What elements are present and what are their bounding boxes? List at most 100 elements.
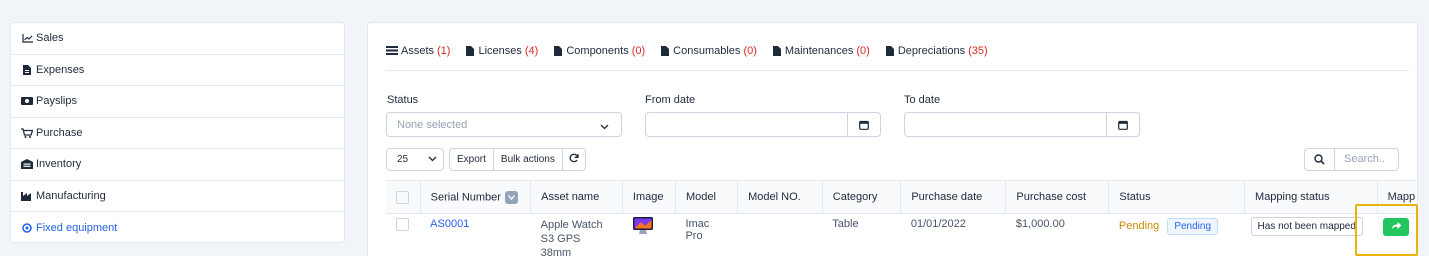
select-all-header — [386, 180, 421, 214]
assets-table: Serial Number Asset name Image Model Mod… — [386, 180, 1416, 256]
sidebar-item-label: Inventory — [36, 158, 82, 171]
to-date-label: To date — [904, 94, 941, 106]
column-label: Serial Number — [430, 190, 501, 203]
file-icon — [885, 46, 895, 56]
to-date-input[interactable] — [904, 112, 1140, 137]
assets-icon — [386, 46, 398, 56]
table-row: AS0001 Apple Watch S3 GPS 38mm Imac Pro … — [386, 214, 1416, 256]
tab-label: Licenses — [478, 45, 522, 57]
column-header-purchase-date[interactable]: Purchase date — [900, 180, 1007, 214]
industry-icon — [21, 191, 33, 201]
asset-name-line: Apple Watch — [540, 219, 603, 231]
file-icon — [554, 46, 563, 56]
search-icon[interactable] — [1305, 149, 1335, 170]
chevron-down-icon — [428, 154, 437, 165]
status-filter-label: Status — [387, 94, 419, 106]
row-select-cell — [386, 214, 420, 256]
status-filter-select[interactable]: None selected — [386, 112, 622, 137]
table-toolbar: 25 Export Bulk actions — [386, 148, 586, 171]
purchase-cost-cell: $1,000.00 — [1015, 218, 1065, 230]
sidebar-item-label: Fixed equipment — [36, 221, 118, 234]
sidebar: Sales Expenses Payslips Purchase Invento… — [10, 22, 345, 243]
tab-label: Maintenances — [784, 45, 854, 57]
sidebar-item-inventory[interactable]: Inventory — [11, 149, 344, 181]
select-all-checkbox[interactable] — [396, 190, 409, 204]
status-filter-placeholder: None selected — [397, 119, 468, 131]
sidebar-item-manufacturing[interactable]: Manufacturing — [11, 181, 344, 212]
file-icon — [21, 64, 33, 75]
sidebar-item-fixed-equipment[interactable]: Fixed equipment — [11, 212, 344, 242]
tab-label: Consumables — [673, 45, 741, 57]
image-cell — [622, 214, 675, 256]
tab-count: (4) — [524, 45, 539, 57]
tab-depreciations[interactable]: Depreciations (35) — [885, 45, 988, 70]
column-header-asset-name[interactable]: Asset name — [530, 180, 623, 214]
sidebar-item-label: Payslips — [36, 95, 77, 108]
model-cell: Imac Pro — [685, 218, 710, 242]
tab-maintenances[interactable]: Maintenances (0) — [772, 45, 870, 70]
from-date-label: From date — [645, 94, 696, 106]
sidebar-item-label: Expenses — [36, 63, 85, 76]
tab-licenses[interactable]: Licenses (4) — [466, 45, 538, 70]
column-header-model-no[interactable]: Model NO. — [737, 180, 823, 214]
tab-label: Components — [566, 45, 629, 57]
tab-components[interactable]: Components (0) — [554, 45, 645, 70]
row-checkbox[interactable] — [396, 218, 409, 231]
column-header-model[interactable]: Model — [675, 180, 739, 214]
serial-link[interactable]: AS0001 — [430, 218, 469, 230]
status-text: Pending — [1118, 220, 1160, 232]
search-box[interactable]: Search.. — [1304, 148, 1399, 171]
tab-assets[interactable]: Assets (1) — [386, 45, 450, 70]
tab-count: (35) — [968, 45, 988, 57]
purchase-date-cell: 01/01/2022 — [910, 218, 966, 230]
file-icon — [661, 46, 670, 56]
tab-count: (0) — [631, 45, 646, 57]
from-date-input[interactable] — [645, 112, 881, 137]
export-button[interactable]: Export — [449, 148, 494, 171]
sidebar-item-expenses[interactable]: Expenses — [11, 55, 344, 86]
sidebar-item-sales[interactable]: Sales — [11, 23, 344, 55]
model-no-cell — [738, 214, 823, 256]
asset-name-line: S3 GPS 38mm — [540, 233, 581, 256]
refresh-button[interactable] — [562, 148, 586, 171]
column-header-category[interactable]: Category — [822, 180, 902, 214]
gear-icon — [21, 222, 33, 233]
sidebar-item-purchase[interactable]: Purchase — [11, 118, 344, 149]
tab-count: (1) — [437, 45, 451, 57]
tab-label: Depreciations — [897, 45, 966, 57]
file-icon — [772, 46, 782, 56]
search-input[interactable]: Search.. — [1335, 149, 1385, 170]
sidebar-item-label: Sales — [36, 32, 64, 45]
status-badge: Pending — [1167, 218, 1219, 235]
mapping-status-badge: Has not been mapped — [1250, 217, 1363, 236]
main-panel: Assets (1) Licenses (4) Components (0) C… — [367, 22, 1418, 256]
asset-thumbnail[interactable] — [632, 216, 654, 239]
column-header-purchase-cost[interactable]: Purchase cost — [1005, 180, 1110, 214]
tab-count: (0) — [743, 45, 757, 57]
status-cell: Pending Pending — [1109, 214, 1245, 256]
category-cell: Table — [832, 218, 859, 230]
sort-icon[interactable] — [504, 190, 518, 204]
page-size-value: 25 — [397, 154, 409, 165]
money-icon — [21, 96, 33, 106]
sidebar-item-label: Purchase — [36, 126, 83, 139]
refresh-icon — [569, 153, 579, 166]
column-header-image[interactable]: Image — [622, 180, 676, 214]
calendar-icon[interactable] — [1106, 112, 1140, 137]
column-header-status[interactable]: Status — [1108, 180, 1246, 214]
highlight-box — [1355, 204, 1418, 256]
cart-icon — [21, 128, 33, 138]
sidebar-item-payslips[interactable]: Payslips — [11, 86, 344, 118]
tab-bar: Assets (1) Licenses (4) Components (0) C… — [386, 45, 1409, 71]
tab-count: (0) — [856, 45, 870, 57]
tab-consumables[interactable]: Consumables (0) — [661, 45, 757, 70]
bulk-actions-button[interactable]: Bulk actions — [493, 148, 563, 171]
column-header-serial[interactable]: Serial Number — [420, 180, 532, 214]
warehouse-icon — [21, 159, 33, 170]
chart-line-icon — [21, 33, 33, 43]
chevron-down-icon — [600, 121, 609, 133]
calendar-icon[interactable] — [847, 112, 881, 137]
page-size-select[interactable]: 25 — [386, 148, 444, 171]
serial-cell: AS0001 — [420, 214, 530, 256]
file-icon — [466, 46, 475, 56]
